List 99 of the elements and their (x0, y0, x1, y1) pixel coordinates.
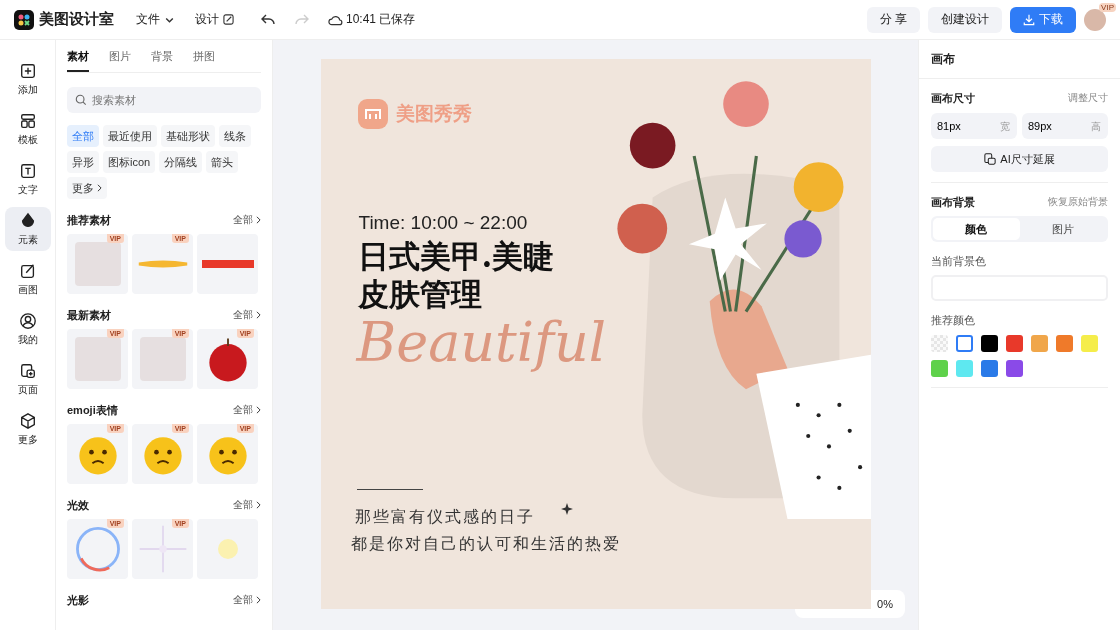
resize-link[interactable]: 调整尺寸 (1068, 91, 1108, 105)
user-icon (18, 311, 37, 330)
section-title: 最新素材 (67, 307, 111, 323)
asset-thumbnail[interactable] (197, 519, 258, 579)
color-swatch[interactable] (1056, 335, 1073, 352)
text-icon (18, 161, 37, 180)
color-swatch[interactable] (981, 360, 998, 377)
view-all-link[interactable]: 全部 (233, 213, 261, 227)
poster-title: 皮肤管理 (357, 275, 483, 313)
add-icon (18, 61, 37, 80)
poster-title: 日式美甲.美睫 (357, 237, 555, 275)
section-label: 画布背景 (931, 194, 975, 210)
filter-chip[interactable]: 箭头 (206, 151, 239, 173)
field-label: 推荐颜色 (931, 313, 976, 328)
filter-chip[interactable]: 图标icon (103, 151, 156, 173)
search-field[interactable]: 搜索素材 (67, 87, 261, 113)
save-status: 10:41 已保存 (346, 11, 416, 28)
panel-tab[interactable]: 素材 (67, 49, 89, 72)
unit-label: 高 (1091, 120, 1101, 134)
template-icon (18, 111, 37, 130)
view-all-link[interactable]: 全部 (233, 593, 261, 607)
rectangle-drawing (201, 260, 254, 268)
app-name: 美图设计室 (39, 10, 114, 29)
ai-extend-button[interactable]: AI尺寸延展 (931, 146, 1108, 172)
color-swatch[interactable] (1081, 335, 1098, 352)
view-all-link[interactable]: 全部 (233, 498, 261, 512)
transparent-swatch[interactable] (931, 335, 948, 352)
view-all-link[interactable]: 全部 (233, 403, 261, 417)
glow-drawing (217, 539, 238, 559)
sidebar-item[interactable]: 画图 (4, 257, 51, 301)
brand-name: 美图秀秀 (395, 102, 472, 126)
opening-hours: Time: 10:00 ~ 22:00 (358, 212, 528, 234)
sidebar-item[interactable]: 页面 (4, 357, 51, 401)
illustration-placeholder (74, 242, 121, 286)
section-title: 推荐素材 (67, 212, 111, 228)
filter-chip[interactable]: 异形 (67, 151, 99, 173)
chevron-right-icon (256, 501, 261, 509)
app-logo-icon (14, 9, 34, 30)
download-button[interactable]: 下载 (1010, 6, 1076, 33)
brush-stroke-drawing (136, 260, 189, 268)
chevron-right-icon (256, 216, 261, 224)
filter-chip[interactable]: 最近使用 (103, 125, 157, 147)
segment-tab[interactable]: 颜色 (933, 218, 1020, 240)
chevron-right-icon (256, 596, 261, 604)
section-title: emoji表情 (67, 402, 118, 418)
filter-chip[interactable]: 线条 (219, 125, 251, 147)
panel-tab[interactable]: 背景 (151, 49, 173, 72)
poster-caption: 那些富有仪式感的日子 (353, 507, 535, 527)
field-label: 当前背景色 (931, 254, 987, 269)
sidebar-item[interactable]: 我的 (4, 307, 51, 351)
color-swatch[interactable] (981, 335, 998, 352)
cube-icon (18, 411, 37, 430)
view-all-link[interactable]: 全部 (233, 308, 261, 322)
download-icon (1023, 13, 1035, 26)
color-swatch[interactable] (931, 360, 948, 377)
segment-tab[interactable]: 图片 (1019, 218, 1106, 240)
poster-caption: 都是你对自己的认可和生活的热爱 (350, 534, 621, 554)
panel-tab[interactable]: 图片 (109, 49, 131, 72)
sidebar-item[interactable]: 模板 (4, 107, 51, 151)
toolbar-button[interactable]: 创建设计 (928, 6, 1002, 33)
chevron-right-icon (256, 311, 261, 319)
resize-icon (984, 153, 997, 165)
illustration-placeholder (74, 337, 121, 381)
sidebar-item[interactable]: 更多 (4, 407, 51, 451)
more-filters-button[interactable]: 更多 (67, 177, 107, 199)
inspector-title: 画布 (919, 40, 1120, 79)
chevron-right-icon (97, 184, 102, 192)
page-icon (18, 361, 37, 380)
brand-logo-icon (357, 99, 388, 129)
sparkle-icon (560, 503, 573, 515)
color-swatch[interactable] (1006, 360, 1023, 377)
search-icon (75, 94, 87, 106)
unit-label: 宽 (1000, 120, 1010, 134)
color-swatch[interactable] (1031, 335, 1048, 352)
edit-icon (223, 14, 234, 25)
sidebar-item[interactable]: 添加 (4, 57, 51, 101)
vip-badge: VIP (1099, 2, 1116, 12)
script-text: Beautiful (356, 311, 607, 374)
avatar[interactable] (1084, 8, 1106, 31)
section-title: 光影 (67, 592, 89, 608)
asset-thumbnail[interactable] (197, 234, 258, 294)
section-title: 光效 (67, 497, 89, 513)
toolbar-button[interactable]: 分 享 (866, 6, 920, 33)
illustration-placeholder (139, 337, 186, 381)
filter-chip[interactable]: 分隔线 (159, 151, 203, 173)
color-swatch[interactable] (956, 360, 973, 377)
filter-chip[interactable]: 基础形状 (161, 125, 215, 147)
filter-chip[interactable]: 全部 (67, 125, 99, 147)
menu-item[interactable]: 文件 (136, 11, 175, 28)
color-swatch[interactable] (1006, 335, 1023, 352)
color-swatch[interactable] (956, 335, 973, 352)
chevron-right-icon (256, 406, 261, 414)
panel-tab[interactable]: 拼图 (193, 49, 215, 72)
section-label: 画布尺寸 (931, 90, 975, 106)
cloud-icon (328, 13, 343, 26)
reset-background-link[interactable]: 恢复原始背景 (1048, 195, 1108, 209)
sidebar-item[interactable]: 元素 (4, 207, 51, 251)
menu-item[interactable]: 设计 (195, 11, 234, 28)
sidebar-item[interactable]: 文字 (4, 157, 51, 201)
